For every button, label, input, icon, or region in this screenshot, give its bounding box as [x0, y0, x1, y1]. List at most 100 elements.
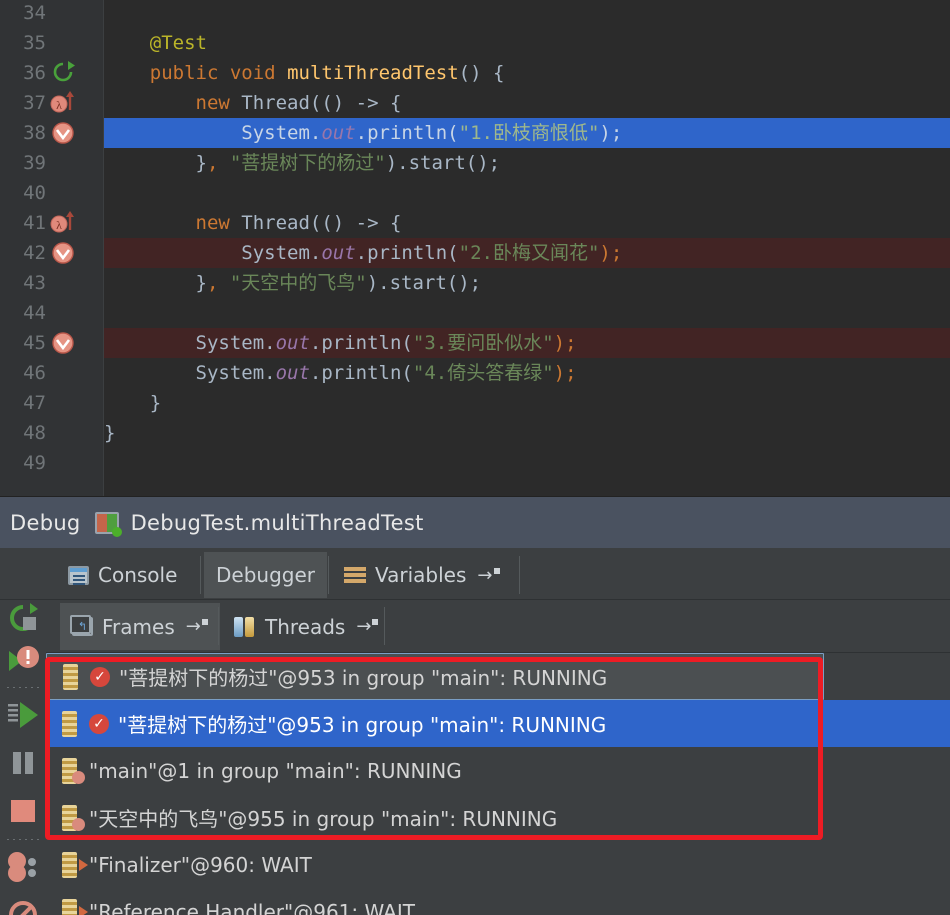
line-number: 40	[23, 182, 46, 204]
subtab-threads[interactable]: Threads →	[222, 603, 391, 650]
resume-program-icon[interactable]	[4, 696, 42, 734]
code-editor[interactable]: 34 35 36 37 λ 38 39 40 41 λ 42 43 44 45 46 47 48 49 @Test…	[0, 0, 950, 496]
subtab-frames-label: Frames	[102, 614, 175, 639]
subtab-threads-label: Threads	[265, 614, 346, 639]
rerun-icon[interactable]	[94, 511, 122, 537]
detach-frames-icon[interactable]: →	[186, 616, 208, 637]
tab-debugger-label: Debugger	[216, 563, 315, 587]
code-token: ,	[206, 152, 230, 174]
code-token: Thread(() -> {	[229, 92, 402, 114]
debug-tool-window: Debug DebugTest.multiThreadTest Console …	[0, 496, 950, 915]
thread-list-item[interactable]: "菩提树下的杨过"@953 in group "main": RUNNING	[46, 700, 950, 747]
rerun-debug-icon[interactable]	[4, 600, 42, 638]
tab-variables[interactable]: Variables →	[332, 552, 512, 598]
code-token: .println(	[309, 362, 413, 384]
stop-program-icon[interactable]	[4, 792, 42, 830]
lambda-breakpoint-icon[interactable]: λ	[48, 88, 78, 118]
code-token: multiThreadTest	[287, 62, 459, 84]
debug-subtabs-row: ↰ Frames → Threads →	[46, 600, 950, 653]
breakpoint-hit-icon[interactable]	[48, 118, 78, 148]
line-number: 48	[23, 422, 46, 444]
code-line[interactable]: }	[104, 388, 161, 418]
line-number: 47	[23, 392, 46, 414]
code-line[interactable]: System.out.println("2.卧梅又闻花");	[104, 238, 622, 268]
code-token: "4.倚头答春绿"	[412, 362, 554, 384]
code-token: out	[321, 122, 356, 144]
code-token: System.	[104, 362, 276, 384]
code-line[interactable]: }	[104, 418, 115, 448]
variables-icon	[344, 566, 366, 585]
thread-label: "菩提树下的杨过"@953 in group "main": RUNNING	[118, 713, 607, 737]
tab-console-label: Console	[98, 563, 178, 587]
line-number: 44	[23, 302, 46, 324]
thread-list-item[interactable]: "Reference Handler"@961: WAIT	[46, 888, 950, 915]
line-number: 46	[23, 362, 46, 384]
pause-program-icon[interactable]	[4, 744, 42, 782]
thread-suspended-icon	[60, 710, 80, 737]
code-token: "2.卧梅又闻花"	[458, 242, 600, 264]
debug-panel-title: Debug	[10, 510, 81, 535]
code-token: );	[599, 242, 623, 264]
code-token: "3.要问卧似水"	[412, 332, 554, 354]
tab-divider-1	[200, 556, 201, 594]
debug-actions-strip	[0, 600, 46, 915]
code-token: new	[195, 212, 230, 234]
code-line[interactable]: }, "菩提树下的杨过").start();	[104, 148, 501, 178]
code-line[interactable]: System.out.println("3.要问卧似水");	[104, 328, 577, 358]
code-token: .println(	[355, 242, 459, 264]
debug-tabs-row: Console Debugger Variables →	[0, 548, 950, 644]
breakpoint-hit-icon[interactable]	[48, 328, 78, 358]
line-number: 39	[23, 152, 46, 174]
code-line[interactable]: new Thread(() -> {	[104, 88, 402, 118]
editor-gutter[interactable]: 34 35 36 37 λ 38 39 40 41 λ 42 43 44 45 46 47 48 49	[0, 0, 104, 496]
line-number: 35	[23, 32, 46, 54]
run-configuration-name: DebugTest.multiThreadTest	[130, 510, 424, 535]
lambda-breakpoint-icon[interactable]: λ	[48, 208, 78, 238]
method-run-icon[interactable]	[48, 58, 78, 88]
tab-console[interactable]: Console	[56, 552, 190, 598]
stop-at-exception-icon[interactable]	[4, 642, 42, 680]
threads-icon	[234, 616, 256, 637]
thread-suspended-icon	[61, 663, 81, 690]
threads-list[interactable]: "菩提树下的杨过"@953 in group "main": RUNNING "菩…	[46, 653, 950, 915]
code-line[interactable]: @Test	[104, 28, 207, 58]
svg-text:λ: λ	[56, 98, 62, 112]
thread-label: "Reference Handler"@961: WAIT	[89, 899, 415, 915]
thread-list-item[interactable]: "菩提树下的杨过"@953 in group "main": RUNNING	[46, 653, 824, 700]
code-line[interactable]: System.out.println("4.倚头答春绿");	[104, 358, 577, 388]
code-token: "1.卧枝商恨低"	[458, 122, 600, 144]
code-line[interactable]: System.out.println("1.卧枝商恨低");	[104, 118, 622, 148]
code-token: Thread(() -> {	[229, 212, 402, 234]
mute-breakpoints-icon[interactable]	[4, 896, 42, 915]
thread-label: "菩提树下的杨过"@953 in group "main": RUNNING	[119, 666, 608, 690]
subtab-divider-1	[218, 607, 219, 645]
thread-list-item[interactable]: "Finalizer"@960: WAIT	[46, 841, 950, 888]
frames-icon: ↰	[70, 615, 93, 636]
code-token: );	[599, 122, 623, 144]
thread-running-icon	[60, 804, 85, 831]
strip-divider-1	[5, 686, 41, 689]
line-number: 38	[23, 122, 46, 144]
code-line[interactable]: new Thread(() -> {	[104, 208, 402, 238]
thread-list-item[interactable]: "天空中的飞鸟"@955 in group "main": RUNNING	[46, 794, 950, 841]
code-line[interactable]: }, "天空中的飞鸟").start();	[104, 268, 482, 298]
code-line[interactable]: public void multiThreadTest() {	[104, 58, 505, 88]
line-number: 36	[23, 62, 46, 84]
line-number: 37	[23, 92, 46, 114]
subtab-frames[interactable]: ↰ Frames →	[60, 603, 220, 650]
line-number: 45	[23, 332, 46, 354]
code-token: "天空中的飞鸟"	[229, 272, 367, 294]
thread-list-item[interactable]: "main"@1 in group "main": RUNNING	[46, 747, 950, 794]
line-number: 42	[23, 242, 46, 264]
detach-threads-icon[interactable]: →	[356, 616, 378, 637]
code-token: );	[553, 332, 577, 354]
code-token: @Test	[104, 32, 207, 54]
detach-variables-icon[interactable]: →	[477, 565, 499, 586]
breakpoint-hit-icon[interactable]	[48, 238, 78, 268]
tab-variables-label: Variables	[375, 563, 467, 587]
view-breakpoints-icon[interactable]	[4, 850, 42, 888]
tab-debugger[interactable]: Debugger	[204, 552, 327, 598]
tab-divider-2	[328, 556, 329, 594]
